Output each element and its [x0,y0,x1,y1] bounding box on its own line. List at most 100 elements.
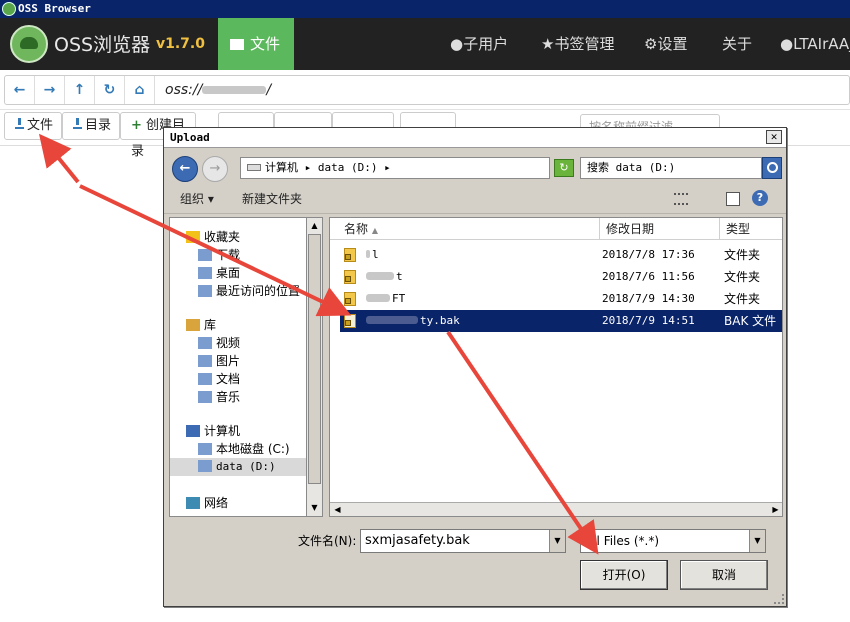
scrollbar-thumb[interactable] [308,234,321,484]
upload-dir-button[interactable]: 目录 [62,112,120,140]
scroll-down-icon[interactable]: ▼ [308,501,321,515]
column-name[interactable]: 名称 ▲ [338,218,600,240]
column-type[interactable]: 类型 [720,218,782,240]
preview-pane-icon[interactable] [726,192,740,206]
column-type-label: 类型 [726,222,751,236]
search-icon[interactable] [762,157,782,179]
nav-pane-scrollbar[interactable]: ▲ ▼ [307,217,323,517]
refresh-icon: ↻ [559,161,569,174]
arrow-up-icon: ↑ [73,82,86,98]
dialog-forward-button[interactable]: → [202,156,228,182]
upload-file-label: 文件 [27,118,54,133]
recent-places-icon [198,285,212,297]
nav-pane-item[interactable]: 桌面 [170,264,306,282]
nav-settings[interactable]: ⚙设置 [644,18,687,70]
chevron-down-icon[interactable]: ▼ [549,530,565,552]
music-library-icon [198,391,212,403]
dialog-close-button[interactable]: ✕ [766,130,782,144]
filetype-select[interactable]: All Files (*.*) ▼ [580,529,766,553]
scroll-up-icon[interactable]: ▲ [308,219,321,233]
nav-files-label: 文件 [250,35,281,53]
nav-pane-item-label: 音乐 [216,390,241,404]
scroll-right-icon[interactable]: ▶ [769,503,782,516]
nav-pane-item[interactable]: 收藏夹 [170,228,306,246]
nav-pane-item[interactable]: 音乐 [170,388,306,406]
plus-icon: + [131,118,142,133]
file-date: 2018/7/6 11:56 [602,270,695,283]
star-icon [186,231,200,243]
scroll-left-icon[interactable]: ◀ [331,503,344,516]
users-icon: ● [450,35,464,53]
nav-bookmarks[interactable]: ★书签管理 [541,18,614,70]
dialog-title: Upload [170,131,210,144]
nav-pane-item[interactable]: 网络 [170,494,306,512]
nav-pane-item[interactable]: data (D:) [170,458,306,476]
brand-name: OSS浏览器 [54,34,151,56]
back-button[interactable]: ← [5,76,35,104]
file-row[interactable]: l 2018/7/8 17:36 文件夹 [340,244,782,266]
nav-pane-item[interactable]: 计算机 [170,422,306,440]
nav-pane-item[interactable]: 最近访问的位置 [170,282,306,300]
organize-menu[interactable]: 组织 ▾ [180,184,214,214]
up-button[interactable]: ↑ [65,76,95,104]
nav-bookmarks-label: 书签管理 [554,35,615,53]
home-button[interactable]: ⌂ [125,76,155,104]
nav-pane-item[interactable]: 视频 [170,334,306,352]
file-name: l [366,244,379,266]
arrow-left-icon: ← [179,161,191,176]
nav-pane-item[interactable]: 本地磁盘 (C:) [170,440,306,458]
refresh-button[interactable]: ↻ [95,76,125,104]
resize-grip-icon[interactable] [774,594,784,604]
nav-pane-item[interactable]: 库 [170,316,306,334]
cancel-button[interactable]: 取消 [680,560,768,590]
nav-pane-item-label: 收藏夹 [204,230,241,244]
view-options-icon[interactable] [674,193,688,205]
file-type: BAK 文件 [724,314,777,328]
network-icon [186,497,200,509]
nav-pane-item[interactable]: 图片 [170,352,306,370]
nav-files-tab[interactable]: 文件 [218,18,294,70]
nav-pane-item[interactable]: 文档 [170,370,306,388]
arrow-left-icon: ← [13,82,26,98]
nav-subusers-label: 子用户 [463,35,509,53]
dialog-command-bar: 组织 ▾ 新建文件夹 ? [164,184,786,214]
file-row[interactable]: t 2018/7/6 11:56 文件夹 [340,266,782,288]
breadcrumb-text: 计算机 ▸ data (D:) ▸ [265,161,391,174]
file-row[interactable]: FT 2018/7/9 14:30 文件夹 [340,288,782,310]
nav-subusers[interactable]: ●子用户 [450,18,508,70]
address-bar: ← → ↑ ↻ ⌂ oss:/// [0,70,850,110]
column-modified[interactable]: 修改日期 [600,218,720,240]
dialog-breadcrumb[interactable]: 计算机 ▸ data (D:) ▸ [240,157,550,179]
open-button[interactable]: 打开(O) [580,560,668,590]
filetype-value: All Files (*.*) [585,534,660,548]
file-name: t [366,266,403,288]
forward-button[interactable]: → [35,76,65,104]
file-list-hscrollbar[interactable]: ◀ ▶ [330,502,782,516]
nav-about[interactable]: 关于 [722,18,752,70]
file-name: FT [366,288,405,310]
nav-account[interactable]: ●LTAIrAAj [780,18,850,70]
dialog-search-input[interactable]: 搜索 data (D:) [580,157,762,179]
filename-input[interactable]: sxmjasafety.bak ▼ [360,529,566,553]
nav-pane-item[interactable]: 下载 [170,246,306,264]
nav-about-label: 关于 [722,35,753,53]
lock-icon [345,254,351,260]
dialog-back-button[interactable]: ← [172,156,198,182]
lock-icon [345,298,351,304]
nav-pane-item-label: 图片 [216,354,241,368]
lock-icon [345,320,351,326]
dialog-refresh-button[interactable]: ↻ [554,159,574,177]
address-input[interactable]: oss:/// [165,76,271,104]
upload-file-button[interactable]: 文件 [4,112,62,140]
file-row[interactable]: ty.bak 2018/7/9 14:51 BAK 文件 [340,310,782,332]
arrow-right-icon: → [209,161,221,176]
chevron-down-icon[interactable]: ▼ [749,530,765,552]
documents-library-icon [198,373,212,385]
nav-pane-item-label: 最近访问的位置 [216,284,301,298]
file-list-pane: 名称 ▲ 修改日期 类型 l 2018/7/8 17:36 文件夹 t 2018/7/6… [329,217,783,517]
help-icon[interactable]: ? [752,190,768,206]
pictures-library-icon [198,355,212,367]
nav-pane-item-label: 文档 [216,372,241,386]
new-folder-button[interactable]: 新建文件夹 [242,184,302,214]
nav-pane-item-label: 网络 [204,496,229,510]
